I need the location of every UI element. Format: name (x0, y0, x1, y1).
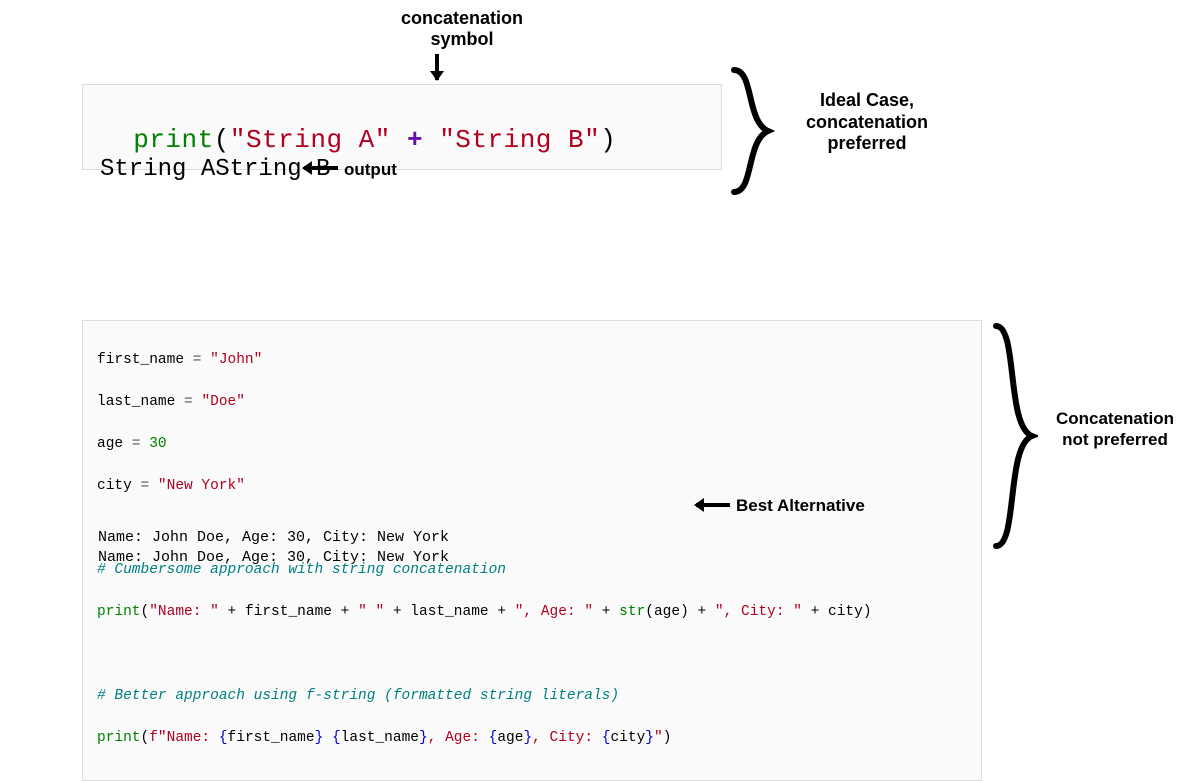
fstring-end: " (654, 730, 663, 746)
var: first_name (245, 604, 332, 620)
comment-better: # Better approach using f-string (format… (97, 688, 619, 704)
eq: = (175, 394, 201, 410)
output-text-1: String AString B (100, 156, 330, 183)
val: "New York" (158, 478, 245, 494)
ideal-case-label: Ideal Case,concatenationpreferred (782, 90, 952, 155)
str: , Age: (428, 730, 489, 746)
expr: age (497, 730, 523, 746)
expr: last_name (341, 730, 419, 746)
var-city: city (97, 478, 132, 494)
print-call: print (97, 730, 141, 746)
eq: = (132, 478, 158, 494)
output-line: Name: John Doe, Age: 30, City: New York (98, 549, 449, 566)
var: age (654, 604, 680, 620)
str: ", Age: " (515, 604, 593, 620)
var-first-name: first_name (97, 352, 184, 368)
output-label: output (344, 160, 397, 180)
brace: } (315, 730, 324, 746)
concat-symbol-arrow (435, 54, 439, 80)
paren: ) (680, 604, 689, 620)
expr: first_name (228, 730, 315, 746)
output-arrow (304, 166, 338, 170)
plus: + (593, 604, 619, 620)
string-b: "String B" (439, 125, 600, 155)
str: ", City: " (715, 604, 802, 620)
plus: + (384, 604, 410, 620)
best-alternative-arrow (696, 503, 730, 507)
print-call: print (97, 604, 141, 620)
print-call: print (133, 125, 214, 155)
paren: ( (141, 604, 150, 620)
output-text-2: Name: John Doe, Age: 30, City: New York … (98, 528, 449, 569)
string-a: "String A" (230, 125, 391, 155)
plus: + (689, 604, 715, 620)
brace: } (419, 730, 428, 746)
plus: + (332, 604, 358, 620)
brace: { (219, 730, 228, 746)
val: "John" (210, 352, 262, 368)
var-age: age (97, 436, 123, 452)
not-preferred-label: Concatenationnot preferred (1040, 408, 1190, 451)
val: "Doe" (201, 394, 245, 410)
brace: } (645, 730, 654, 746)
var-last-name: last_name (97, 394, 175, 410)
str: , City: (532, 730, 602, 746)
brace-not-preferred (988, 320, 1038, 552)
concat-symbol-label: concatenationsymbol (357, 8, 567, 49)
plus-operator: + (391, 125, 439, 155)
expr: city (610, 730, 645, 746)
brace: { (489, 730, 498, 746)
eq: = (184, 352, 210, 368)
paren: ( (141, 730, 150, 746)
plus: + (489, 604, 515, 620)
open-paren: ( (214, 125, 230, 155)
str-func: str (619, 604, 645, 620)
var: city (828, 604, 863, 620)
output-line: Name: John Doe, Age: 30, City: New York (98, 529, 449, 546)
brace: { (332, 730, 341, 746)
paren: ) (863, 604, 872, 620)
eq: = (123, 436, 149, 452)
brace-ideal-case (726, 66, 776, 196)
var: last_name (410, 604, 488, 620)
close-paren: ) (600, 125, 616, 155)
val: 30 (149, 436, 166, 452)
brace: } (523, 730, 532, 746)
plus: + (219, 604, 245, 620)
str (323, 730, 332, 746)
str: " " (358, 604, 384, 620)
str: "Name: " (149, 604, 219, 620)
paren: ) (663, 730, 672, 746)
paren: ( (645, 604, 654, 620)
fstring-start: f"Name: (149, 730, 219, 746)
brace: { (602, 730, 611, 746)
best-alternative-label: Best Alternative (736, 496, 865, 516)
plus: + (802, 604, 828, 620)
